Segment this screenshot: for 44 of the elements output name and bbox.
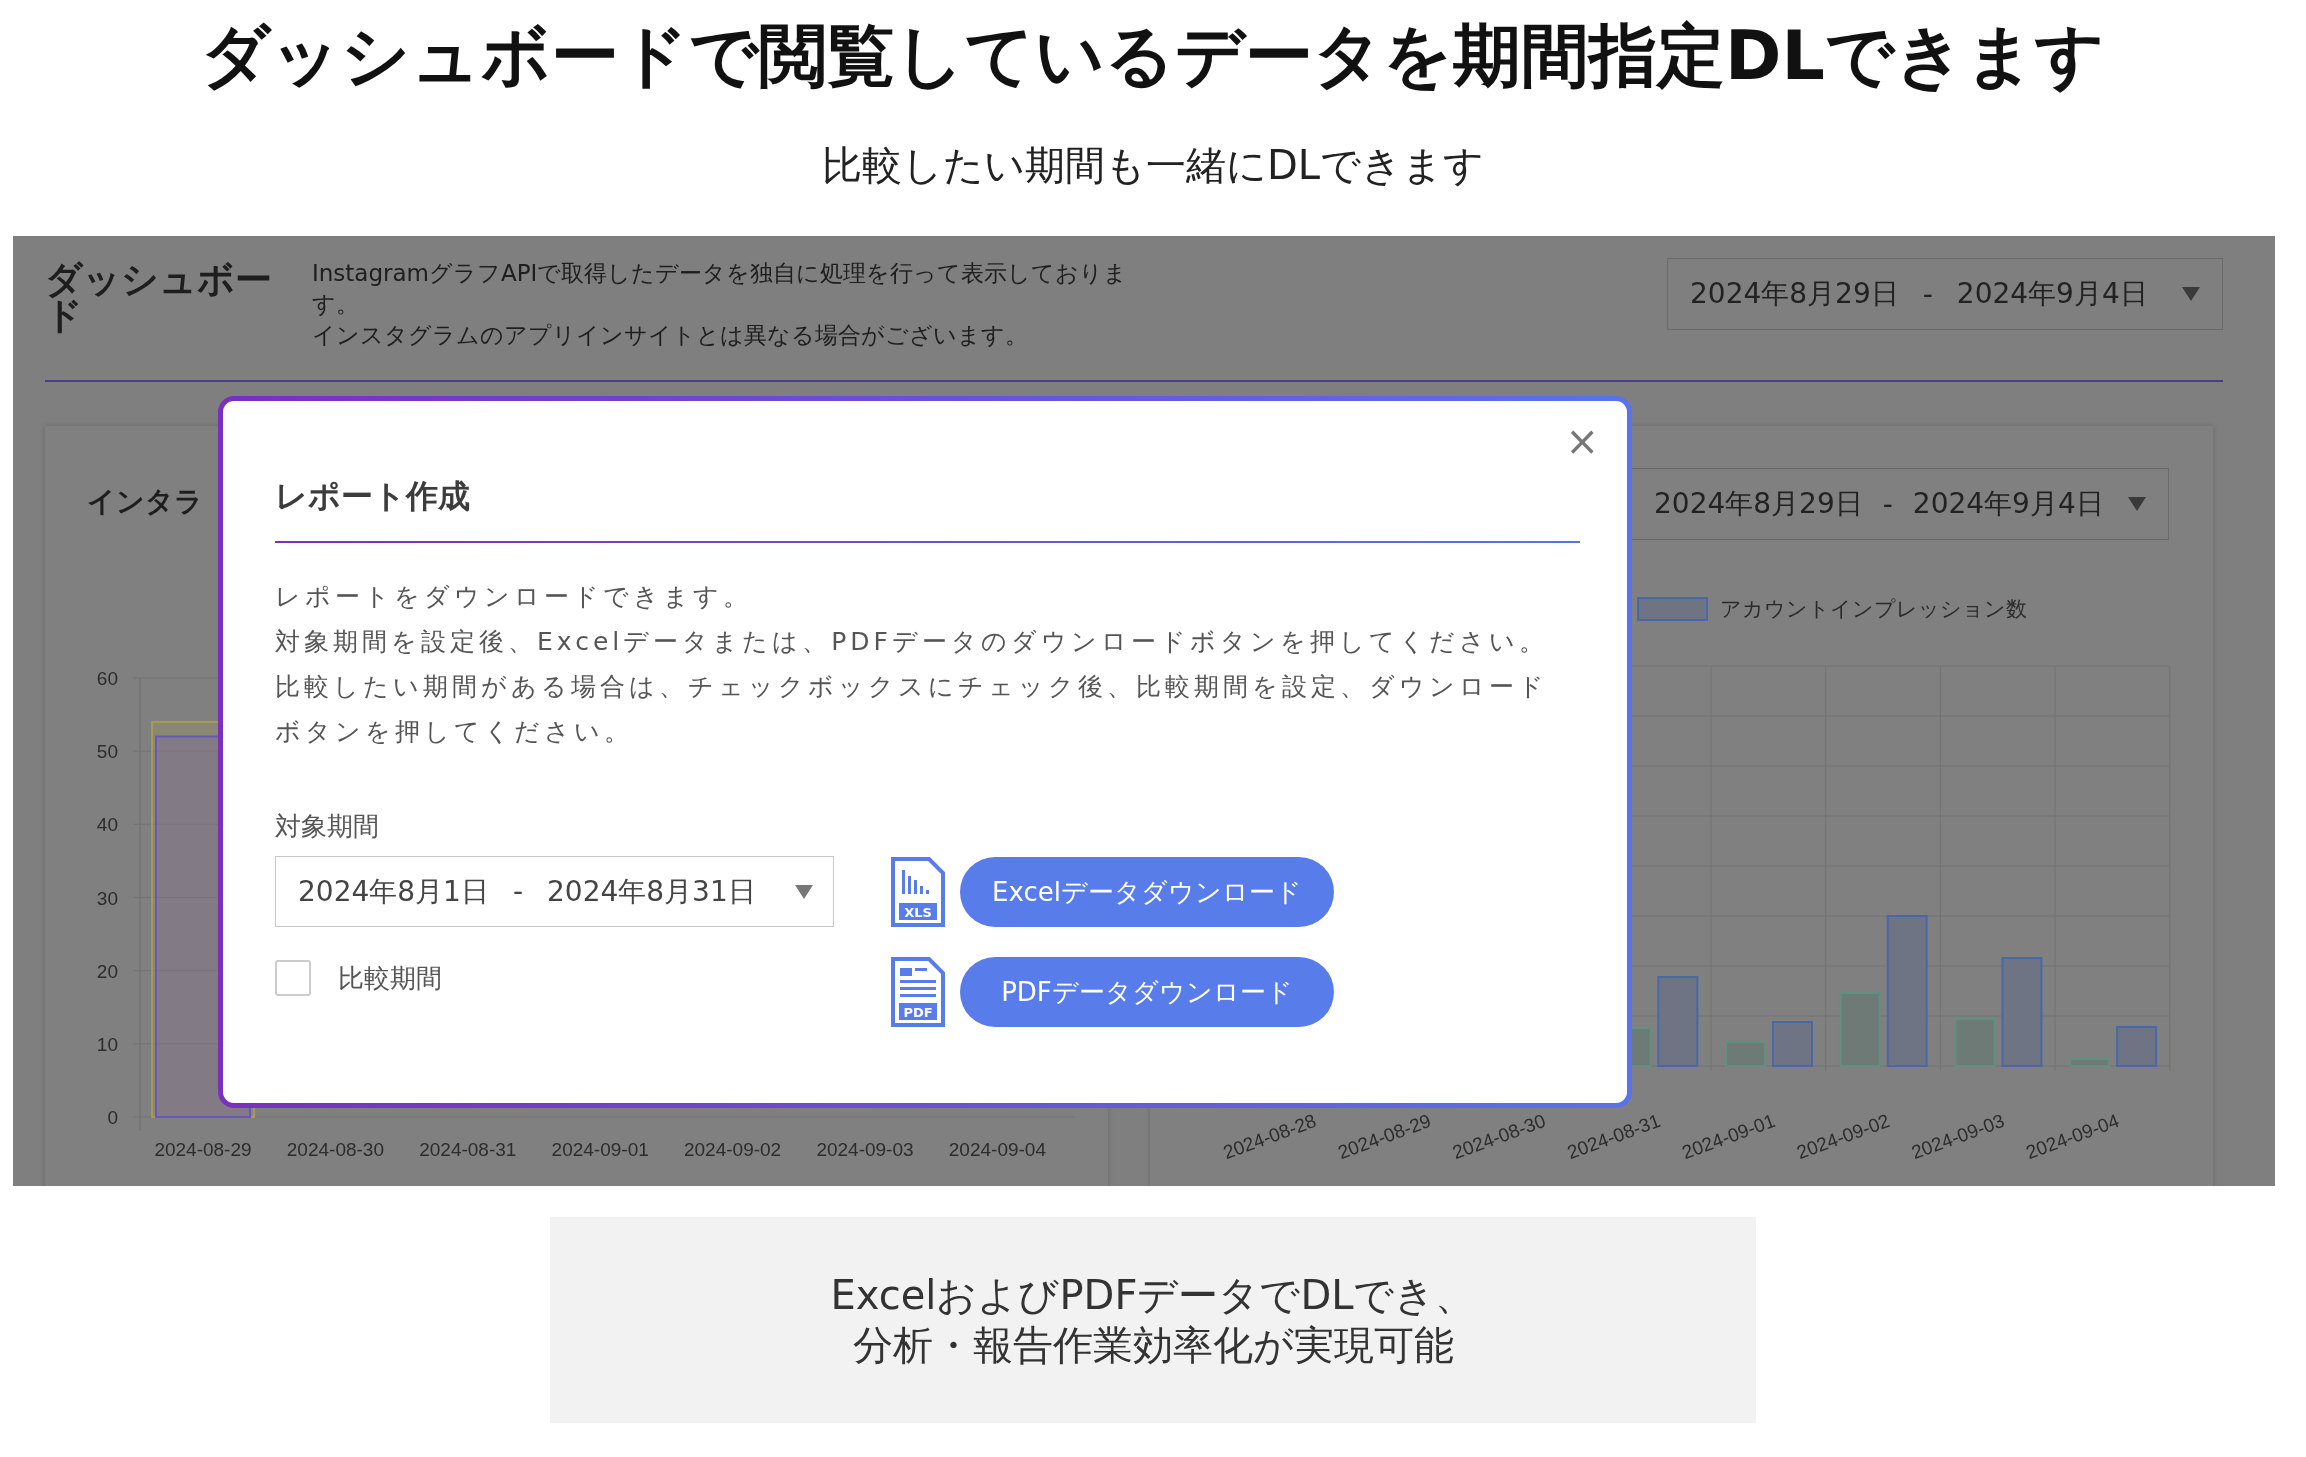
axis-label: 2024-09-04 [948,1139,1046,1160]
notice-text: インスタグラムのアプリインサイトとは異なる場合がございます。 [312,321,1029,350]
checkbox-label: 比較期間 [338,961,442,995]
axis-label: 10 [96,1033,118,1055]
axis-label: 2024-09-03 [816,1139,914,1160]
axis-label: 2024-08-30 [286,1139,384,1160]
dialog-title: レポート作成 [275,476,471,517]
description-text: 対象期間を設定後、Excelデータまたは、PDFデータのダウンロードボタンを押してください。 [275,626,1549,658]
chart-bar [2116,1026,2158,1067]
caret-icon [2128,497,2146,511]
caret-icon [795,884,813,899]
axis-label: 50 [96,741,118,763]
caret-icon [2182,287,2200,301]
legend-label: アカウントインプレッション数 [1720,596,2027,623]
axis-label: 2024-09-01 [551,1139,649,1160]
legend-swatch [1637,597,1708,621]
caption-text: 分析・報告作業効率化が実現可能 [852,1321,1454,1370]
description-text: ボタンを押してください。 [275,716,634,748]
axis-label: 2024-08-31 [419,1139,517,1160]
compare-checkbox[interactable] [275,960,311,996]
description-text: レポートをダウンロードできます。 [275,581,753,613]
download-button[interactable]: Excelデータダウンロード [960,857,1334,927]
page-title: ダッシュボード [45,262,273,334]
notice-text: InstagramグラフAPIで取得したデータを独自に処理を行って表示しております。 [312,259,1129,319]
period-select[interactable]: 2024年8月1日 - 2024年8月31日 [275,856,834,927]
axis-label: 60 [96,668,118,689]
axis-label: 0 [107,1107,118,1128]
close-button[interactable]: × [1561,417,1603,465]
axis-label: 2024-08-29 [154,1139,252,1160]
date-range-select[interactable]: 2024年8月29日 - 2024年9月4日 [1667,258,2223,330]
axis-label: 2024-09-02 [684,1139,782,1160]
caption-text: ExcelおよびPDFデータでDLでき、 [830,1271,1476,1320]
headline: ダッシュボードで閲覧しているデータを期間指定DLできます [201,15,2105,97]
description-text: 比較したい期間がある場合は、チェックボックスにチェック後、比較期間を設定、ダウンロード [275,671,1549,703]
download-button[interactable]: PDFデータダウンロード [960,957,1334,1027]
axis-label: 40 [96,814,118,836]
field-label: 対象期間 [275,810,380,843]
axis-label: 20 [96,960,118,982]
panel-title: インタラ [87,484,204,520]
chart-bar [1772,1021,1813,1067]
axis-label: 30 [96,887,118,909]
spreadsheet-file-icon: XLS [890,856,946,928]
subheadline: 比較したい期間も一緒にDLできます [821,141,1485,190]
document-file-icon: PDF [890,956,946,1028]
